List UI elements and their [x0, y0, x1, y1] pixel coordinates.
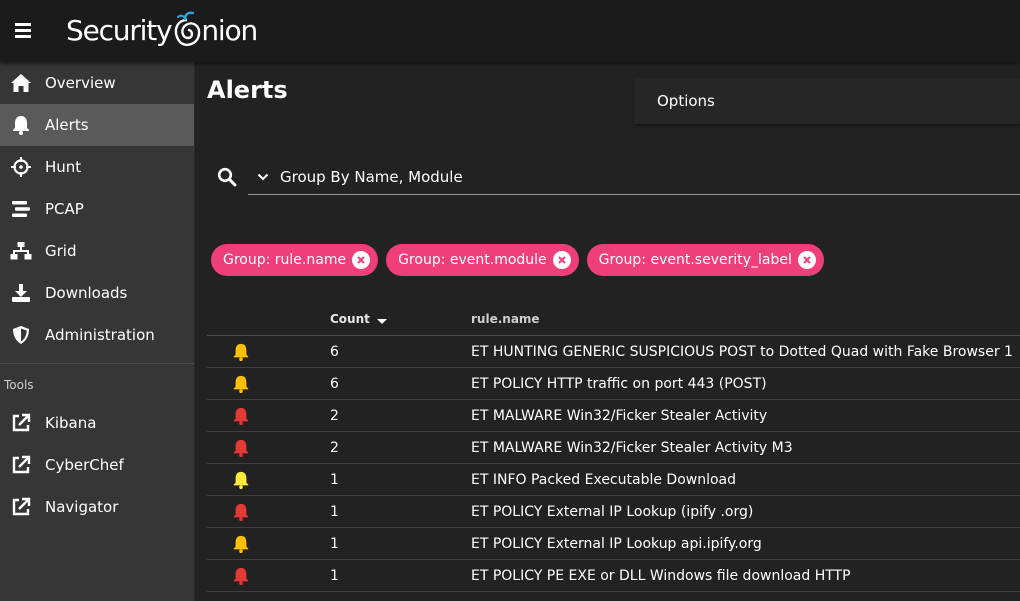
- external-link-icon: [10, 454, 32, 476]
- sidebar-item-label: Alerts: [45, 116, 89, 134]
- menu-icon[interactable]: [12, 20, 34, 42]
- alert-bell-icon[interactable]: [232, 471, 250, 489]
- cell-rule-name: ET POLICY External IP Lookup api.ipify.o…: [471, 536, 762, 552]
- alert-bell-icon[interactable]: [232, 407, 250, 425]
- query-bar: Group By Name, Module: [215, 160, 1020, 196]
- query-select[interactable]: Group By Name, Module: [248, 160, 1020, 195]
- table-row[interactable]: 1 ET INFO Packed Executable Download: [207, 464, 1020, 496]
- top-app-bar: Security nion: [0, 0, 1020, 62]
- main-content: Alerts Options Group By Name, Module Gro…: [195, 62, 1020, 601]
- onion-logo-icon: [175, 11, 201, 46]
- sidebar-item-overview[interactable]: Overview: [0, 62, 194, 104]
- external-link-icon: [10, 412, 32, 434]
- bell-icon: [10, 114, 32, 136]
- cell-count: 6: [330, 376, 339, 392]
- search-icon[interactable]: [217, 167, 239, 189]
- home-icon: [10, 72, 32, 94]
- close-circle-icon[interactable]: [552, 251, 571, 269]
- sidebar-item-label: Navigator: [45, 498, 119, 516]
- sidebar-item-label: Grid: [45, 242, 77, 260]
- logo-text-tail: nion: [201, 13, 258, 47]
- security-onion-logo[interactable]: Security nion: [66, 10, 258, 50]
- cell-rule-name: ET HUNTING GENERIC SUSPICIOUS POST to Do…: [471, 344, 1013, 360]
- table-row[interactable]: 1 ET POLICY External IP Lookup (ipify .or…: [207, 496, 1020, 528]
- cell-count: 1: [330, 504, 339, 520]
- sidebar-item-kibana[interactable]: Kibana: [0, 402, 194, 444]
- column-header-count[interactable]: Count: [330, 312, 389, 326]
- group-chip[interactable]: Group: event.severity_label: [586, 244, 824, 276]
- cell-rule-name: ET POLICY PE EXE or DLL Windows file dow…: [471, 568, 851, 584]
- cell-rule-name: ET MALWARE Win32/Ficker Stealer Activity: [471, 408, 768, 424]
- sidebar-item-alerts[interactable]: Alerts: [0, 104, 194, 146]
- cell-count: 1: [330, 568, 339, 584]
- download-icon: [10, 282, 32, 304]
- tools-heading: Tools: [4, 378, 34, 392]
- query-value: Group By Name, Module: [280, 168, 463, 186]
- sidebar-item-label: Downloads: [45, 284, 128, 302]
- cell-rule-name: ET MALWARE Win32/Ficker Stealer Activity…: [471, 440, 793, 456]
- sidebar-item-downloads[interactable]: Downloads: [0, 272, 194, 314]
- alert-bell-icon[interactable]: [232, 375, 250, 393]
- sidebar-item-cyberchef[interactable]: CyberChef: [0, 444, 194, 486]
- close-circle-icon[interactable]: [797, 251, 816, 269]
- sidebar-item-navigator[interactable]: Navigator: [0, 486, 194, 528]
- chip-label: Group: event.module: [398, 252, 547, 268]
- cell-count: 1: [330, 472, 339, 488]
- table-body: 6 ET HUNTING GENERIC SUSPICIOUS POST to D…: [207, 336, 1020, 592]
- close-circle-icon[interactable]: [352, 251, 371, 269]
- stream-icon: [10, 198, 32, 220]
- sidebar-item-grid[interactable]: Grid: [0, 230, 194, 272]
- table-row[interactable]: 1 ET POLICY External IP Lookup api.ipify.…: [207, 528, 1020, 560]
- column-label: Count: [330, 312, 370, 326]
- shield-icon: [10, 324, 32, 346]
- cell-rule-name: ET INFO Packed Executable Download: [471, 472, 737, 488]
- table-row[interactable]: 1 ET POLICY PE EXE or DLL Windows file do…: [207, 560, 1020, 592]
- sidebar-item-hunt[interactable]: Hunt: [0, 146, 194, 188]
- cell-count: 2: [330, 440, 339, 456]
- group-chip[interactable]: Group: event.module: [386, 244, 579, 276]
- options-label: Options: [657, 92, 715, 110]
- sidebar-item-administration[interactable]: Administration: [0, 314, 194, 356]
- cell-count: 2: [330, 408, 339, 424]
- crosshairs-icon: [10, 156, 32, 178]
- table-row[interactable]: 6 ET POLICY HTTP traffic on port 443 (POS…: [207, 368, 1020, 400]
- page-title: Alerts: [207, 76, 288, 104]
- sidebar-divider: [0, 363, 194, 364]
- alert-bell-icon[interactable]: [232, 343, 250, 361]
- cell-count: 1: [330, 536, 339, 552]
- sidebar-item-label: Kibana: [45, 414, 97, 432]
- cell-count: 6: [330, 344, 339, 360]
- sidebar-item-label: PCAP: [45, 200, 84, 218]
- alert-bell-icon[interactable]: [232, 439, 250, 457]
- table-row[interactable]: 2 ET MALWARE Win32/Ficker Stealer Activit…: [207, 400, 1020, 432]
- table-header: Count rule.name: [207, 302, 1020, 336]
- table-row[interactable]: 2 ET MALWARE Win32/Ficker Stealer Activit…: [207, 432, 1020, 464]
- sidebar-item-label: Administration: [45, 326, 155, 344]
- alert-bell-icon[interactable]: [232, 503, 250, 521]
- cell-rule-name: ET POLICY HTTP traffic on port 443 (POST…: [471, 376, 767, 392]
- sidebar-item-label: CyberChef: [45, 456, 124, 474]
- chevron-down-icon[interactable]: [250, 167, 276, 187]
- sidebar-item-label: Hunt: [45, 158, 82, 176]
- sidebar: Overview Alerts Hunt PCAP Grid Downloads: [0, 62, 195, 601]
- column-header-rule-name[interactable]: rule.name: [471, 312, 540, 326]
- alerts-table: Count rule.name 6 ET HUNTING GENERIC SUSP…: [207, 302, 1020, 592]
- sidebar-item-pcap[interactable]: PCAP: [0, 188, 194, 230]
- sidebar-item-label: Overview: [45, 74, 116, 92]
- network-icon: [10, 240, 32, 262]
- external-link-icon: [10, 496, 32, 518]
- table-row[interactable]: 6 ET HUNTING GENERIC SUSPICIOUS POST to D…: [207, 336, 1020, 368]
- sort-desc-icon: [376, 318, 387, 324]
- chip-label: Group: rule.name: [223, 252, 347, 268]
- alert-bell-icon[interactable]: [232, 535, 250, 553]
- group-chip[interactable]: Group: rule.name: [211, 244, 379, 276]
- alert-bell-icon[interactable]: [232, 567, 250, 585]
- chip-label: Group: event.severity_label: [598, 252, 792, 268]
- cell-rule-name: ET POLICY External IP Lookup (ipify .org…: [471, 504, 754, 520]
- logo-text: Security: [66, 13, 173, 47]
- group-chips: Group: rule.name Group: event.module Gro…: [211, 244, 832, 276]
- options-expander[interactable]: Options: [634, 78, 1020, 124]
